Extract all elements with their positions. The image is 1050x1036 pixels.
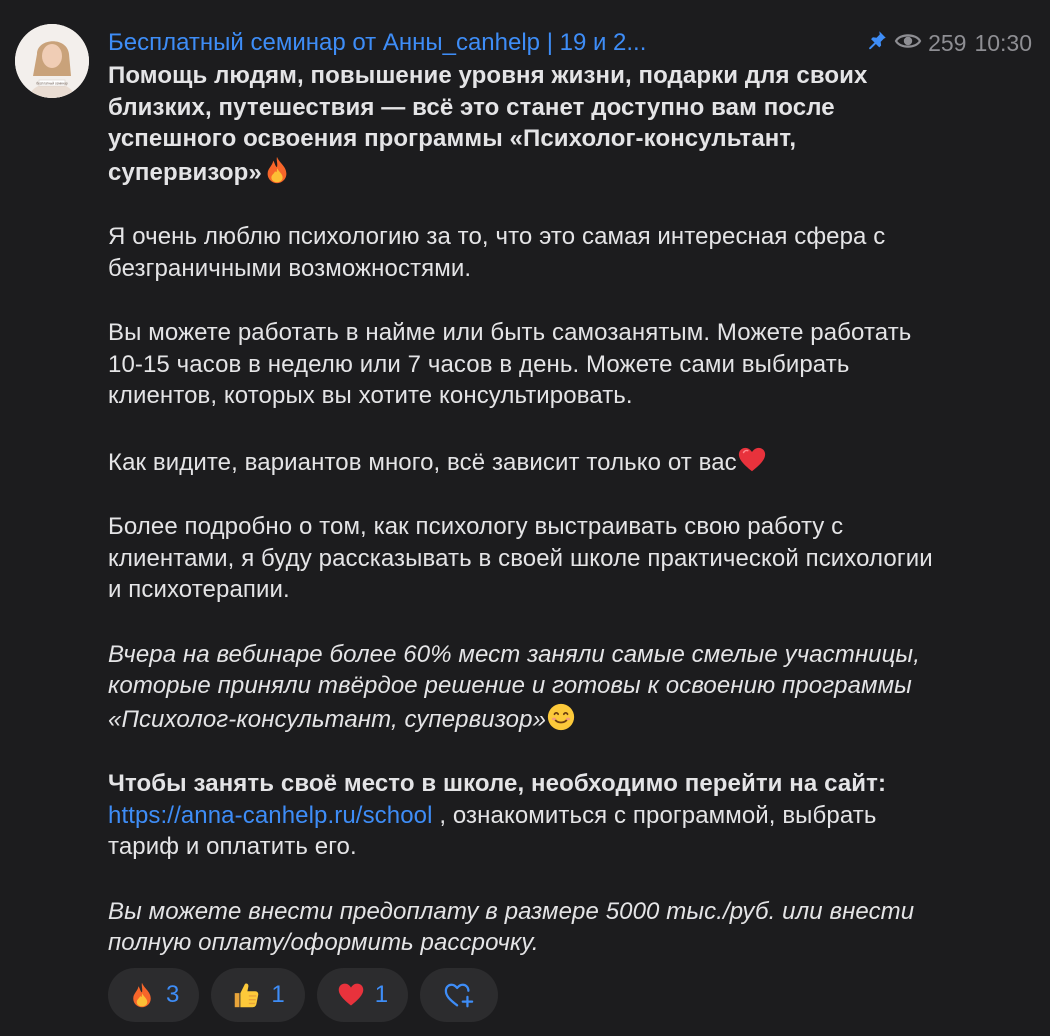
- red-heart-emoji: [338, 983, 363, 1006]
- reaction-heart[interactable]: 1: [316, 968, 409, 1022]
- paragraph-7: Чтобы занять своё место в школе, необход…: [108, 768, 938, 863]
- add-reaction-button[interactable]: [420, 968, 499, 1022]
- message-body: Помощь людям, повышение уровня жизни, по…: [108, 60, 938, 992]
- reactions-bar: 3 1 1: [108, 968, 499, 1022]
- reaction-count: 3: [166, 981, 180, 1008]
- reaction-thumbs-up[interactable]: 1: [211, 968, 305, 1022]
- channel-title[interactable]: Бесплатный семинар от Анны_canhelp | 19 …: [108, 29, 646, 57]
- paragraph-5: Более подробно о том, как психологу выст…: [108, 513, 933, 603]
- avatar-caption: бесплатный семинар: [36, 82, 67, 86]
- paragraph-6-text: Вчера на вебинаре более 60% мест заняли …: [108, 640, 920, 733]
- paragraph-2: Я очень люблю психологию за то, что это …: [108, 223, 886, 282]
- paragraph-1-text: Помощь людям, повышение уровня жизни, по…: [108, 62, 868, 186]
- fire-emoji: [267, 156, 287, 183]
- paragraph-3: Вы можете работать в найме или быть само…: [108, 319, 912, 409]
- paragraph-4-text: Как видите, вариантов много, всё зависит…: [108, 448, 737, 476]
- paragraph-8: Вы можете внести предоплату в размере 50…: [108, 897, 915, 957]
- reaction-count: 1: [271, 981, 285, 1008]
- views-icon: [894, 30, 922, 57]
- post-time: 10:30: [974, 29, 1032, 56]
- add-reaction-icon: [444, 983, 474, 1008]
- fire-emoji: [133, 982, 151, 1008]
- pin-icon[interactable]: [866, 29, 888, 57]
- red-heart-emoji: [738, 447, 765, 471]
- post-header: Бесплатный семинар от Анны_canhelp | 19 …: [108, 28, 1032, 58]
- reaction-fire[interactable]: 3: [108, 968, 200, 1022]
- thumbs-up-emoji: [235, 983, 259, 1008]
- paragraph-4: Как видите, вариантов много, всё зависит…: [108, 445, 938, 479]
- post-meta: 259 10:30: [866, 29, 1032, 57]
- smiling-face-emoji: [547, 703, 575, 730]
- school-link[interactable]: https://anna-canhelp.ru/school: [108, 802, 433, 829]
- reaction-count: 1: [374, 981, 389, 1008]
- paragraph-6: Вчера на вебинаре более 60% мест заняли …: [108, 639, 938, 736]
- paragraph-7-bold: Чтобы занять своё место в школе, необход…: [108, 770, 887, 797]
- paragraph-1: Помощь людям, повышение уровня жизни, по…: [108, 60, 938, 188]
- channel-avatar[interactable]: бесплатный семинар: [15, 24, 89, 98]
- views-count: 259: [928, 29, 967, 56]
